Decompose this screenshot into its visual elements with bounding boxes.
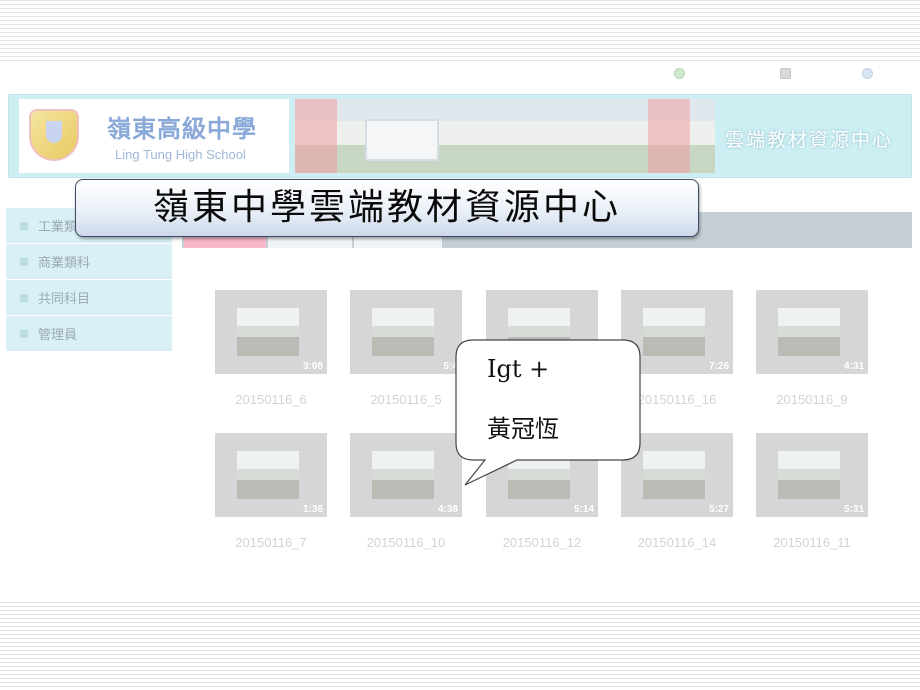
sidebar-item-label: 商業類科 [38, 256, 91, 271]
banner-photo-screen [365, 119, 439, 161]
video-title[interactable]: 20150116_9 [756, 392, 868, 407]
video-preview: 3:08 [215, 290, 327, 374]
video-still [778, 308, 840, 356]
callout-line-2: 黃冠恆 [487, 415, 559, 443]
site-banner: 嶺東高級中學 Ling Tung High School 雲端教材資源中心 [8, 94, 912, 178]
school-name-cn: 嶺東高級中學 [107, 115, 257, 143]
video-title[interactable]: 20150116_5 [350, 392, 462, 407]
utility-link-login[interactable] [780, 68, 794, 79]
video-duration: 4:31 [843, 361, 864, 372]
banner-photo [295, 99, 715, 173]
video-duration: 7:26 [708, 361, 729, 372]
video-preview: 4:38 [350, 433, 462, 517]
video-thumbnail[interactable]: 3:08 20150116_6 [215, 290, 327, 407]
sidebar-item-label: 工業類 [38, 220, 78, 235]
video-thumbnail[interactable]: 4:31 20150116_9 [756, 290, 868, 407]
sidebar-item-admin[interactable]: 管理員 [6, 316, 172, 352]
video-preview: 4:31 [756, 290, 868, 374]
video-duration: 4:38 [437, 504, 458, 515]
utility-link-language[interactable] [862, 68, 876, 79]
video-duration: 5:14 [573, 504, 594, 515]
video-thumbnail[interactable]: 4:38 20150116_10 [350, 433, 462, 550]
portal-title: 雲端教材資源中心 [725, 129, 894, 151]
top-utility-bar [0, 66, 920, 84]
video-title[interactable]: 20150116_12 [486, 535, 598, 550]
video-title[interactable]: 20150116_14 [621, 535, 733, 550]
school-logo-link[interactable]: 嶺東高級中學 Ling Tung High School [19, 99, 289, 173]
video-duration: 1:36 [302, 504, 323, 515]
website-screenshot: 嶺東高級中學 Ling Tung High School 雲端教材資源中心 工業… [0, 62, 920, 602]
sidebar-item-common-subjects[interactable]: 共同科目 [6, 280, 172, 316]
video-thumbnail[interactable]: 5:31 20150116_11 [756, 433, 868, 550]
video-still [372, 308, 434, 356]
video-title[interactable]: 20150116_7 [215, 535, 327, 550]
video-title[interactable]: 20150116_10 [350, 535, 462, 550]
video-duration: 5:31 [843, 504, 864, 515]
video-duration: 3:08 [302, 361, 323, 372]
slide-background-top [0, 0, 920, 62]
video-title[interactable]: 20150116_11 [756, 535, 868, 550]
video-title[interactable]: 20150116_6 [215, 392, 327, 407]
globe-icon [862, 68, 873, 79]
sidebar-item-business[interactable]: 商業類科 [6, 244, 172, 280]
home-icon [674, 68, 685, 79]
slide-background-bottom [0, 602, 920, 690]
sidebar-item-label: 管理員 [38, 328, 78, 343]
utility-link-home[interactable] [674, 68, 688, 79]
video-still [778, 451, 840, 499]
user-icon [780, 68, 791, 79]
callout-line-1: Igt + [487, 355, 550, 383]
video-thumbnail[interactable]: 5:4 20150116_5 [350, 290, 462, 407]
video-still [237, 451, 299, 499]
video-still [643, 451, 705, 499]
video-still [643, 308, 705, 356]
video-still [372, 451, 434, 499]
video-still [237, 308, 299, 356]
speech-callout: Igt + 黃冠恆 [455, 339, 641, 486]
video-thumbnail[interactable]: 1:36 20150116_7 [215, 433, 327, 550]
video-preview: 1:36 [215, 433, 327, 517]
video-duration: 5:27 [708, 504, 729, 515]
video-preview: 5:4 [350, 290, 462, 374]
video-preview: 5:31 [756, 433, 868, 517]
slide-title: 嶺東中學雲端教材資源中心 [75, 179, 699, 237]
school-emblem-icon [29, 109, 79, 161]
school-name-en: Ling Tung High School [115, 147, 246, 162]
sidebar-item-label: 共同科目 [38, 292, 91, 307]
